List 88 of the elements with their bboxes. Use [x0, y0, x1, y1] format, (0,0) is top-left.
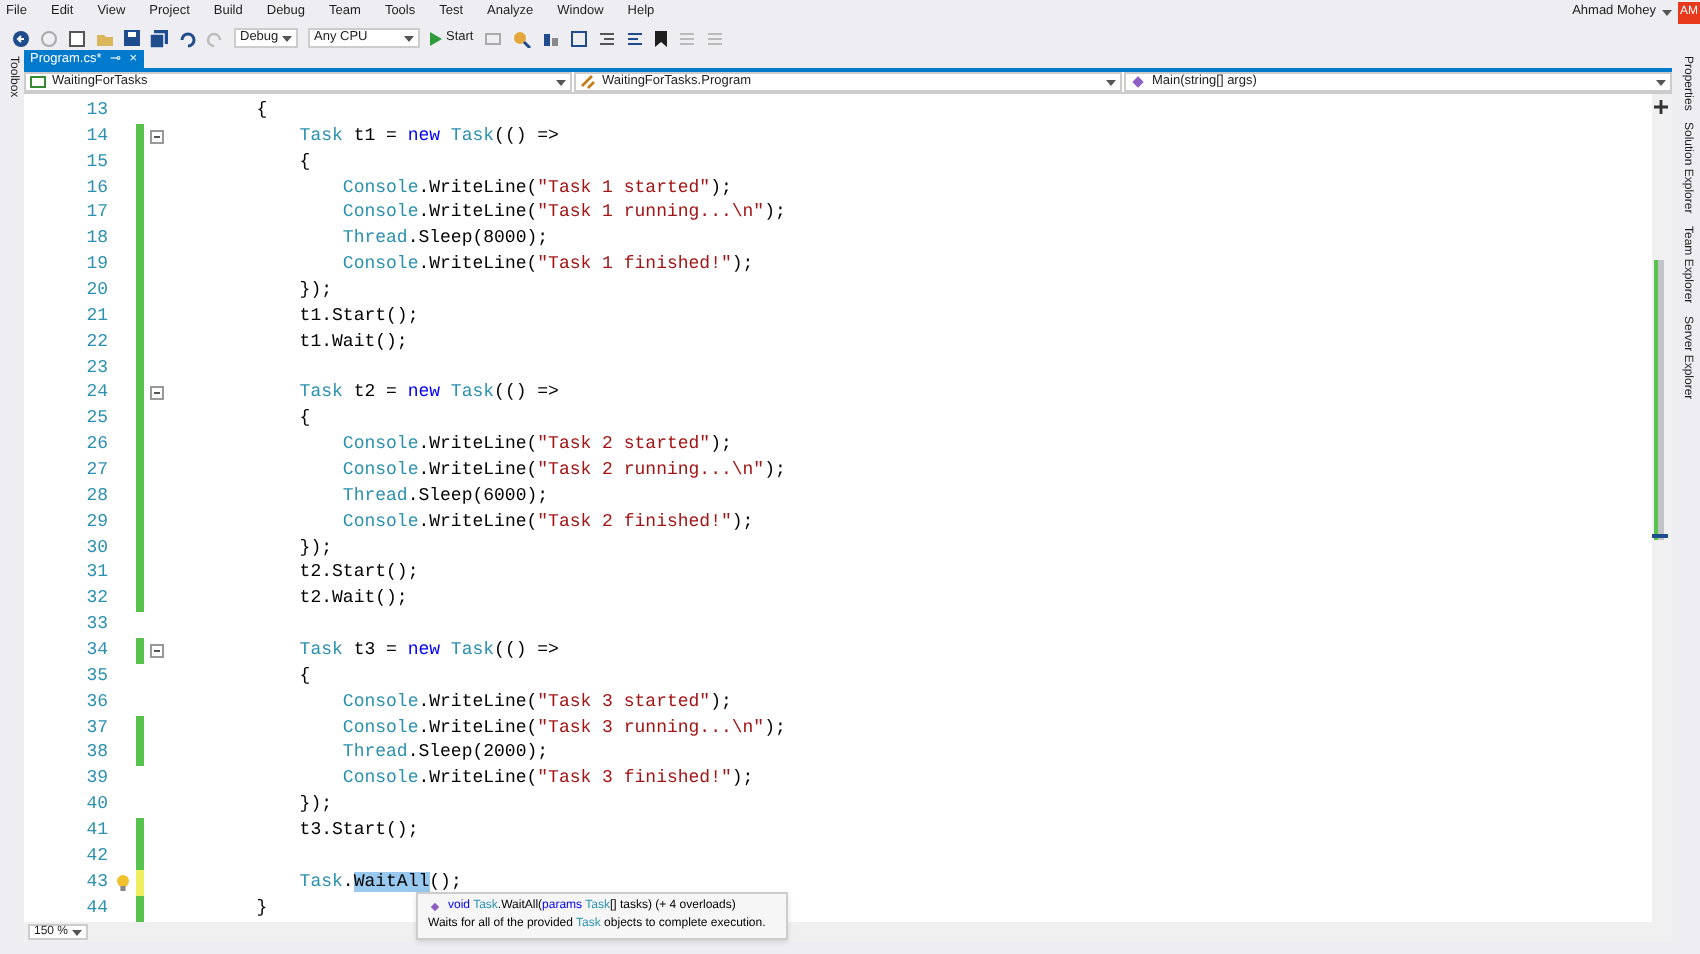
code-line: t1.Start();: [297, 305, 419, 328]
code-line: Console.WriteLine("Task 2 started");: [340, 434, 732, 457]
caret-icon: [556, 79, 566, 85]
code-line: {: [297, 151, 311, 174]
code-line: Task t1 = new Task(() =>: [297, 125, 559, 148]
code-line: Console.WriteLine("Task 1 finished!");: [340, 254, 754, 277]
code-line: Task t3 = new Task(() =>: [297, 639, 559, 662]
code-line: Console.WriteLine("Task 3 finished!");: [340, 768, 754, 791]
code-line: Console.WriteLine("Task 3 running...\n");: [340, 717, 786, 740]
code-line: Thread.Sleep(2000);: [340, 742, 549, 765]
code-line: {: [297, 665, 311, 688]
line-number: 29: [84, 511, 108, 534]
caret-icon: [282, 35, 292, 41]
window-icon[interactable]: [569, 29, 588, 47]
save-icon[interactable]: [124, 30, 140, 46]
line-number: 41: [84, 819, 108, 842]
code-line: Console.WriteLine("Task 2 finished!");: [340, 511, 754, 534]
line-number: 21: [84, 305, 108, 328]
line-number: 26: [84, 434, 108, 457]
code-line: t1.Wait();: [297, 331, 408, 354]
code-line: Console.WriteLine("Task 1 running...\n");: [340, 202, 786, 225]
code-line: t2.Start();: [297, 562, 419, 585]
line-number: 36: [84, 691, 108, 714]
bookmark-icon[interactable]: [653, 29, 668, 47]
line-number: 19: [84, 254, 108, 277]
line-number: 14: [84, 125, 108, 148]
code-line: });: [297, 279, 333, 302]
split-icon[interactable]: [1654, 100, 1668, 114]
back-icon[interactable]: [12, 29, 30, 47]
code-line: Thread.Sleep(8000);: [340, 228, 549, 251]
line-number: 42: [84, 845, 108, 868]
line-number: 31: [84, 562, 108, 585]
line-number: 30: [84, 537, 108, 560]
collapse-icon[interactable]: [149, 386, 163, 401]
line-number: 44: [84, 897, 108, 920]
code-line: t2.Wait();: [297, 588, 408, 611]
line-number: 17: [84, 202, 108, 225]
caret-icon[interactable]: [72, 929, 82, 935]
caret-icon: [1106, 79, 1116, 85]
lightbulb-icon[interactable]: [115, 873, 129, 892]
code-line: t3.Start();: [297, 819, 419, 842]
code-line: Task t2 = new Task(() =>: [297, 382, 559, 405]
find-icon[interactable]: [511, 29, 532, 47]
line-number: 35: [84, 665, 108, 688]
line-number: 23: [84, 357, 108, 380]
collapse-icon[interactable]: [149, 129, 163, 144]
line-number: 22: [84, 331, 108, 354]
line-number: 38: [84, 742, 108, 765]
line-number: 28: [84, 485, 108, 508]
toolbar-icon[interactable]: [541, 29, 560, 47]
collapse-icon[interactable]: [149, 643, 163, 658]
code-line: });: [297, 537, 333, 560]
method-icon: [1130, 74, 1146, 90]
code-line: Console.WriteLine("Task 3 started");: [340, 691, 732, 714]
line-number: 25: [84, 408, 108, 431]
line-number: 33: [84, 614, 108, 637]
line-number: 24: [84, 382, 108, 405]
code-line: Console.WriteLine("Task 2 running...\n");: [340, 459, 786, 482]
code-line: Console.WriteLine("Task 1 started");: [340, 177, 732, 199]
code-line: {: [297, 408, 311, 431]
save-all-icon[interactable]: [150, 29, 168, 47]
project-icon: [30, 74, 46, 90]
line-number: 34: [84, 639, 108, 662]
code-line: Task.WaitAll();: [297, 871, 462, 894]
line-number: 32: [84, 588, 108, 611]
play-icon: [430, 31, 442, 45]
code-line: });: [297, 794, 333, 817]
class-icon: [580, 74, 596, 90]
line-number: 39: [84, 768, 108, 791]
undo-icon[interactable]: [178, 29, 196, 47]
line-number: 40: [84, 794, 108, 817]
line-number: 13: [84, 99, 108, 122]
code-line: Thread.Sleep(6000);: [340, 485, 549, 508]
outdent-icon[interactable]: [625, 29, 644, 47]
line-number: 18: [84, 228, 108, 251]
caret-icon: [404, 35, 414, 41]
line-number: 43: [84, 871, 108, 894]
caret-icon: [1656, 79, 1666, 85]
code-line: }: [254, 897, 268, 920]
caret-icon[interactable]: [1662, 9, 1672, 15]
code-line: {: [254, 99, 268, 122]
line-number: 27: [84, 459, 108, 482]
line-number: 16: [84, 177, 108, 199]
indent-icon[interactable]: [597, 29, 616, 47]
line-number: 37: [84, 717, 108, 740]
line-number: 20: [84, 279, 108, 302]
method-icon: [428, 900, 442, 914]
line-number: 15: [84, 151, 108, 174]
